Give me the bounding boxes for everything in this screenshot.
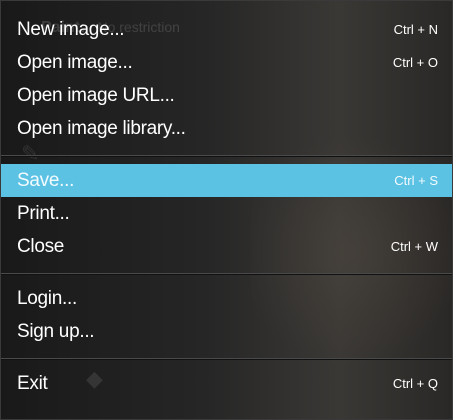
menu-item-open-image-library[interactable]: Open image library... [1,112,452,145]
menu-item-print[interactable]: Print... [1,197,452,230]
menu-item-label: Open image... [17,51,133,73]
menu-item-exit[interactable]: Exit Ctrl + Q [1,367,452,400]
menu-item-open-image-url[interactable]: Open image URL... [1,79,452,112]
menu-separator [1,358,452,359]
menu-item-shortcut: Ctrl + S [394,173,438,188]
menu-item-label: Exit [17,372,48,394]
menu-item-label: New image... [17,18,125,40]
menu-item-close[interactable]: Close Ctrl + W [1,230,452,263]
menu-item-shortcut: Ctrl + Q [392,376,438,391]
menu-item-label: Sign up... [17,320,95,342]
menu-item-open-image[interactable]: Open image... Ctrl + O [1,46,452,79]
menu-item-shortcut: Ctrl + N [393,22,438,37]
menu-item-label: Login... [17,287,77,309]
menu-item-label: Open image library... [17,117,186,139]
menu-item-label: Print... [17,202,70,224]
menu-item-login[interactable]: Login... [1,282,452,315]
menu-item-label: Save... [17,169,75,191]
menu-item-label: Close [17,235,65,257]
menu-separator [1,273,452,274]
menu-item-new-image[interactable]: New image... Ctrl + N [1,13,452,46]
menu-separator [1,155,452,156]
menu-item-shortcut: Ctrl + O [392,55,438,70]
menu-item-shortcut: Ctrl + W [390,239,438,254]
menu-item-save[interactable]: Save... Ctrl + S [1,164,452,197]
file-menu-dropdown: Paint: No restriction ✎ ◆ New image... Ct… [0,0,453,420]
menu-item-label: Open image URL... [17,84,175,106]
menu-item-sign-up[interactable]: Sign up... [1,315,452,348]
